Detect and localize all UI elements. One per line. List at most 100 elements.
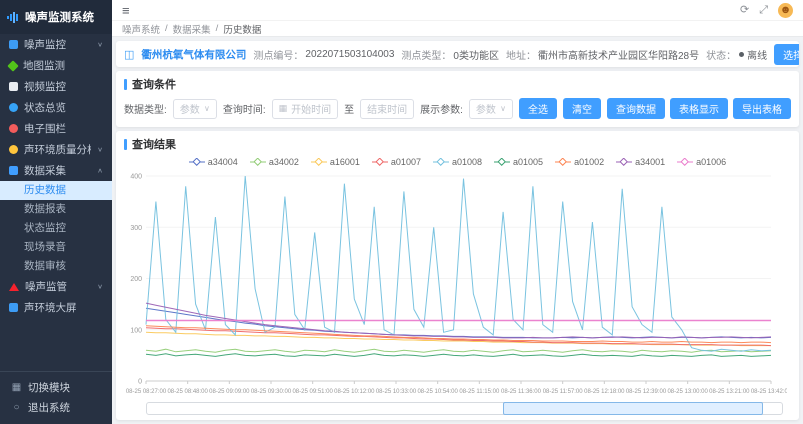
end-time-input[interactable]: 结束时间 — [360, 99, 414, 119]
legend-item-a01008[interactable]: a01008 — [433, 157, 482, 167]
y-axis-tick-label: 200 — [130, 276, 142, 283]
x-axis-tick-label: 08-25 11:15:00 — [459, 389, 500, 395]
main-area: ≡ ⟳ ⤢ ☻ 噪声系统 / 数据采集 / 历史数据 ◫ 衢州杭氧气体有限公司 … — [112, 0, 803, 424]
datazoom-selected-window[interactable] — [503, 402, 763, 415]
legend-item-a34002[interactable]: a34002 — [250, 157, 299, 167]
monitor-icon — [9, 40, 18, 49]
station-code-value: 2022071503104003 — [305, 49, 394, 60]
series-a34004[interactable] — [146, 308, 771, 338]
sidebar-item-analysis[interactable]: 声环境质量分析∨ — [0, 139, 112, 160]
sidebar-footer-item-logout[interactable]: ○退出系统 — [0, 397, 112, 417]
sidebar-item-label: 状态总览 — [24, 100, 103, 115]
sidebar-item-fence[interactable]: 电子围栏 — [0, 118, 112, 139]
x-axis-tick-label: 08-25 09:30:00 — [251, 389, 292, 395]
breadcrumb-item-current: 历史数据 — [223, 22, 261, 36]
collect-icon — [9, 166, 18, 175]
sidebar-item-label: 电子围栏 — [24, 121, 103, 136]
sidebar-footer: ▦切换模块○退出系统 — [0, 371, 112, 424]
status-icon — [9, 103, 18, 112]
legend-label: a01002 — [574, 157, 604, 167]
legend-marker-icon — [677, 158, 693, 166]
legend-marker-icon — [494, 158, 510, 166]
breadcrumb-item[interactable]: 数据采集 — [173, 22, 211, 36]
station-name-link[interactable]: 衢州杭氧气体有限公司 — [141, 47, 246, 62]
sidebar-subitem-4[interactable]: 数据审核 — [0, 257, 112, 276]
sidebar-item-label: 噪声监控 — [24, 37, 91, 52]
data-type-value: 参数 — [180, 101, 200, 116]
legend-item-a01005[interactable]: a01005 — [494, 157, 543, 167]
refresh-icon[interactable]: ⟳ — [740, 5, 749, 16]
sidebar-subitem-0[interactable]: 历史数据 — [0, 181, 112, 200]
results-title: 查询结果 — [132, 136, 176, 152]
chevron-down-icon: ∨ — [97, 41, 103, 48]
legend-item-a34001[interactable]: a34001 — [616, 157, 665, 167]
station-addr-value: 衢州市高新技术产业园区华阳路28号 — [538, 47, 699, 62]
clear-button[interactable]: 清空 — [563, 98, 601, 119]
sidebar-subitem-1[interactable]: 数据报表 — [0, 200, 112, 219]
datazoom-slider[interactable] — [146, 402, 783, 415]
x-axis-tick-label: 08-25 09:51:00 — [292, 389, 333, 395]
select-all-button[interactable]: 全选 — [519, 98, 557, 119]
sidebar-item-collect[interactable]: 数据采集∧ — [0, 160, 112, 181]
legend-marker-icon — [372, 158, 388, 166]
data-type-select[interactable]: 参数 ∨ — [173, 99, 217, 119]
chevron-down-icon: ∨ — [204, 104, 210, 113]
station-icon: ◫ — [124, 48, 134, 61]
query-title: 查询条件 — [132, 76, 176, 92]
table-show-button[interactable]: 表格显示 — [670, 98, 728, 119]
sidebar-item-label: 数据采集 — [24, 163, 91, 178]
sidebar-item-status[interactable]: 状态总览 — [0, 97, 112, 118]
show-param-label: 展示参数: — [420, 101, 463, 116]
breadcrumb: 噪声系统 / 数据采集 / 历史数据 — [112, 21, 803, 37]
sidebar-item-label: 地图监测 — [23, 58, 103, 73]
select-device-button[interactable]: 选择设备 — [774, 44, 799, 65]
sidebar-item-camera[interactable]: 视频监控 — [0, 76, 112, 97]
query-results-card: 查询结果 a34004 a34002 a16001 a01007 a01008 a0100… — [116, 131, 799, 420]
query-data-button[interactable]: 查询数据 — [607, 98, 665, 119]
fullscreen-icon[interactable]: ⤢ — [759, 5, 768, 16]
sidebar-item-map[interactable]: 地图监测 — [0, 55, 112, 76]
y-axis-tick-label: 300 — [130, 225, 142, 232]
legend-label: a16001 — [330, 157, 360, 167]
soundwave-logo-icon — [7, 11, 20, 24]
station-addr-label: 地址： — [506, 47, 536, 62]
section-accent-bar — [124, 79, 127, 90]
series-a01008[interactable] — [146, 176, 771, 351]
sidebar-item-alarm[interactable]: 噪声监管∨ — [0, 276, 112, 297]
data-type-label: 数据类型: — [124, 101, 167, 116]
avatar[interactable]: ☻ — [778, 3, 793, 18]
legend-item-a01007[interactable]: a01007 — [372, 157, 421, 167]
content: ◫ 衢州杭氧气体有限公司 测点编号：2022071503104003 测点类型：… — [112, 37, 803, 424]
legend-marker-icon — [250, 158, 266, 166]
chevron-down-icon: ∨ — [97, 146, 103, 153]
legend-label: a34004 — [208, 157, 238, 167]
series-a34002[interactable] — [146, 349, 771, 352]
x-axis-tick-label: 08-25 12:39:00 — [626, 389, 667, 395]
sidebar-item-bigscreen[interactable]: 声环境大屏 — [0, 297, 112, 318]
app-root: 噪声监测系统 噪声监控∨地图监测视频监控状态总览电子围栏声环境质量分析∨数据采集… — [0, 0, 803, 424]
legend-item-a01006[interactable]: a01006 — [677, 157, 726, 167]
hamburger-icon[interactable]: ≡ — [122, 4, 130, 17]
series-a01005[interactable] — [146, 354, 771, 357]
start-time-input[interactable]: ▦ 开始时间 — [272, 99, 339, 119]
breadcrumb-item[interactable]: 噪声系统 — [122, 22, 160, 36]
camera-icon — [9, 82, 18, 91]
chart-canvas[interactable]: 010020030040008-25 08:27:0008-25 08:48:0… — [116, 168, 787, 399]
legend-item-a01002[interactable]: a01002 — [555, 157, 604, 167]
sidebar-item-monitor[interactable]: 噪声监控 ∨ — [0, 34, 112, 55]
legend-item-a34004[interactable]: a34004 — [189, 157, 238, 167]
sidebar-subitem-3[interactable]: 现场录音 — [0, 238, 112, 257]
legend-marker-icon — [433, 158, 449, 166]
sidebar-subitem-2[interactable]: 状态监控 — [0, 219, 112, 238]
station-code-label: 测点编号： — [253, 47, 303, 62]
line-chart[interactable]: 010020030040008-25 08:27:0008-25 08:48:0… — [116, 168, 799, 401]
legend-item-a16001[interactable]: a16001 — [311, 157, 360, 167]
map-icon — [7, 60, 18, 71]
export-table-button[interactable]: 导出表格 — [733, 98, 791, 119]
station-info-bar: ◫ 衢州杭氧气体有限公司 测点编号：2022071503104003 测点类型：… — [116, 41, 799, 67]
sidebar-footer-item-modules[interactable]: ▦切换模块 — [0, 377, 112, 397]
x-axis-tick-label: 08-25 08:48:00 — [167, 389, 208, 395]
calendar-icon: ▦ — [279, 103, 288, 114]
show-param-select[interactable]: 参数 ∨ — [469, 99, 513, 119]
x-axis-tick-label: 08-25 10:12:00 — [334, 389, 375, 395]
